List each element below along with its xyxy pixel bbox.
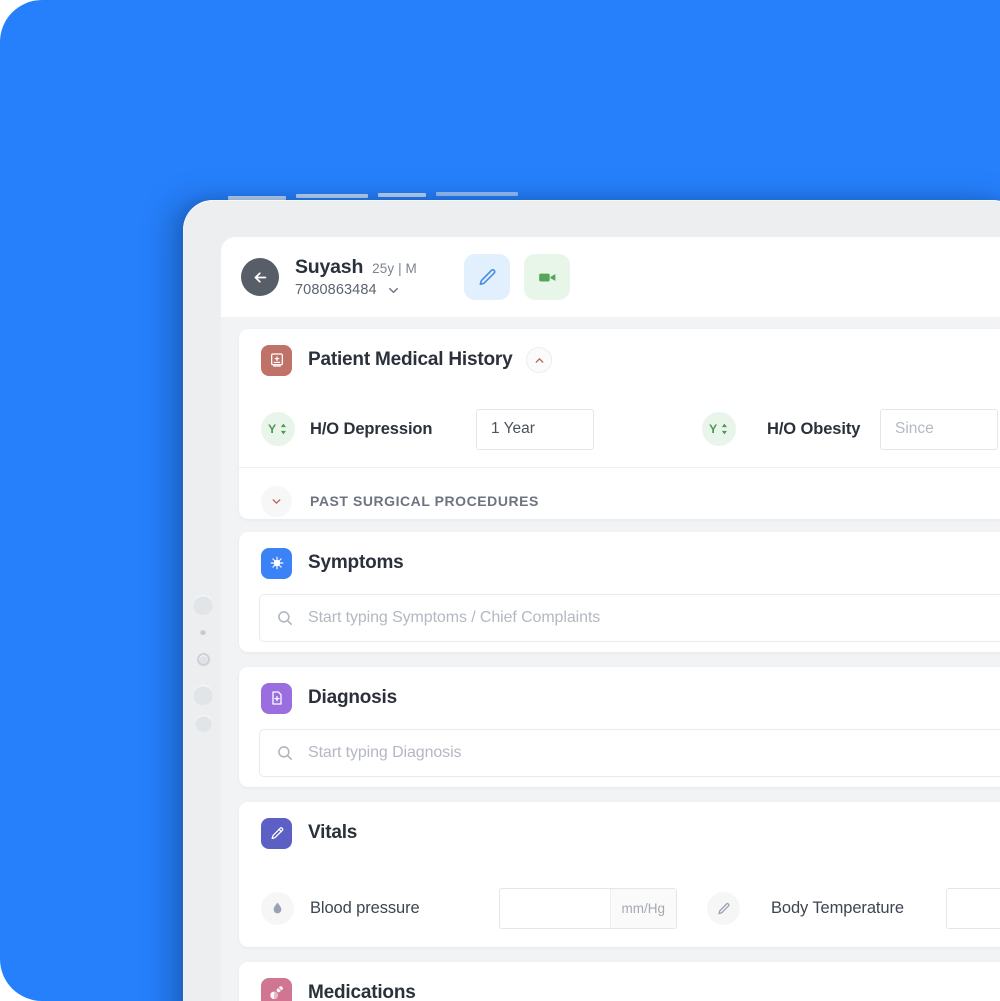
document-plus-icon [261, 682, 292, 714]
pencil-icon [479, 268, 495, 285]
vitals-header: Vitals [239, 802, 1000, 864]
blood-drop-icon [261, 891, 294, 925]
vital-label-body-temperature: Body Temperature [771, 898, 904, 917]
since-value-depression: 1 Year [491, 420, 535, 437]
medications-header: Medications [239, 962, 1000, 1001]
section-card-diagnosis: Diagnosis Start typing Diagnosis [239, 667, 1000, 787]
vital-label-blood-pressure: Blood pressure [310, 898, 420, 917]
yes-toggle-icon: Y [268, 422, 286, 436]
diagnosis-header: Diagnosis [239, 667, 1000, 729]
expand-surgical-button[interactable] [261, 485, 292, 517]
section-card-medications: Medications [239, 962, 1000, 1001]
history-label-depression: H/O Depression [310, 419, 433, 438]
patient-age-sex: 25y | M [372, 261, 417, 276]
thermometer-icon [261, 817, 292, 849]
vital-input-blood-pressure[interactable]: mm/Hg [499, 887, 677, 929]
device-button-upper[interactable] [193, 595, 213, 615]
screenshot-stage: Suyash 25y | M 7080863484 Patient Medica… [0, 0, 1000, 1001]
background-strip-2 [296, 194, 368, 198]
pills-icon [261, 977, 292, 1001]
patient-phone: 7080863484 [295, 282, 377, 298]
chevron-down-icon[interactable] [386, 283, 401, 298]
since-placeholder-obesity: Since [895, 420, 934, 437]
symptoms-placeholder: Start typing Symptoms / Chief Complaints [308, 609, 601, 626]
patient-header-bar: Suyash 25y | M 7080863484 [221, 237, 1000, 317]
device-button-lower[interactable] [193, 685, 213, 705]
section-card-symptoms: Symptoms Start typing Symptoms / Chief C… [239, 532, 1000, 652]
device-port[interactable] [197, 653, 210, 666]
since-input-depression[interactable]: 1 Year [476, 408, 594, 450]
symptoms-search-input[interactable]: Start typing Symptoms / Chief Complaints [259, 594, 1000, 642]
video-call-button[interactable] [524, 254, 570, 300]
medications-title: Medications [308, 982, 416, 1001]
patient-name: Suyash [295, 256, 364, 278]
search-icon [278, 746, 293, 761]
patient-info: Suyash 25y | M 7080863484 [295, 256, 430, 298]
vitals-title: Vitals [308, 822, 358, 843]
video-camera-icon [538, 273, 555, 281]
search-icon [278, 611, 293, 626]
medical-history-title: Patient Medical History [308, 349, 513, 370]
past-surgical-procedures-row[interactable]: PAST SURGICAL PROCEDURES [239, 468, 1000, 534]
diagnosis-placeholder: Start typing Diagnosis [308, 744, 462, 761]
diagnosis-title: Diagnosis [308, 687, 397, 708]
back-button[interactable] [241, 258, 279, 296]
vitals-row-group: Blood pressure mm/Hg Body Temperature [239, 864, 1000, 952]
arrow-left-icon [254, 271, 266, 283]
medical-record-icon [261, 344, 292, 376]
since-input-obesity[interactable]: Since [880, 408, 998, 450]
collapse-medical-history-button[interactable] [526, 347, 553, 373]
svg-text:Y: Y [709, 422, 717, 436]
vital-input-body-temperature[interactable] [946, 887, 1000, 929]
device-button-bottom[interactable] [195, 715, 212, 732]
yes-no-toggle-obesity[interactable]: Y [702, 412, 736, 446]
blood-pressure-value[interactable] [500, 889, 610, 928]
tablet-device: Suyash 25y | M 7080863484 Patient Medica… [183, 200, 1000, 1001]
background-strip-3 [378, 193, 426, 197]
yes-toggle-icon: Y [709, 422, 727, 436]
svg-text:Y: Y [268, 422, 276, 436]
medical-history-header: Patient Medical History [239, 329, 1000, 391]
chevron-up-icon [535, 357, 544, 363]
body-temperature-value[interactable] [947, 889, 1000, 928]
thermometer-icon [707, 891, 740, 925]
past-surgical-procedures-label: PAST SURGICAL PROCEDURES [310, 493, 539, 509]
section-card-vitals: Vitals Blood pressure mm/Hg Body Tempera… [239, 802, 1000, 947]
symptoms-header: Symptoms [239, 532, 1000, 594]
chevron-down-icon [272, 498, 281, 504]
virus-icon [261, 547, 292, 579]
blood-pressure-unit: mm/Hg [609, 888, 676, 928]
background-strip-4 [436, 192, 518, 196]
symptoms-title: Symptoms [308, 552, 404, 573]
pills-glyph [270, 985, 283, 999]
history-row-group: Y H/O Depression 1 Year Y H/O Obesity Si… [239, 391, 1000, 467]
app-screen: Suyash 25y | M 7080863484 Patient Medica… [221, 237, 1000, 1001]
device-indicator-dot [200, 629, 206, 635]
edit-patient-button[interactable] [464, 254, 510, 300]
history-label-obesity: H/O Obesity [767, 419, 861, 438]
section-card-medical-history: Patient Medical History Y H/O Depression… [239, 329, 1000, 519]
diagnosis-search-input[interactable]: Start typing Diagnosis [259, 729, 1000, 777]
yes-no-toggle-depression[interactable]: Y [261, 412, 295, 446]
